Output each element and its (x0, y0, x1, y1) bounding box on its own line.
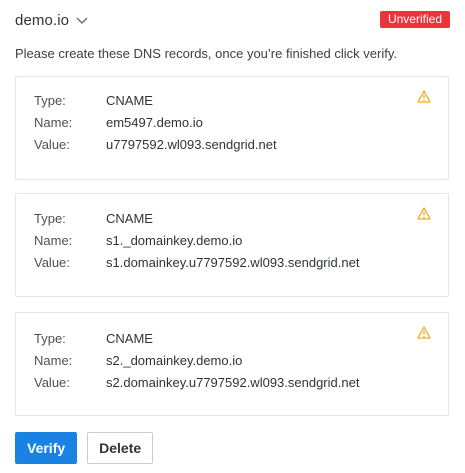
status-badge: Unverified (379, 11, 450, 28)
chevron-down-icon (76, 17, 88, 24)
value-label: Value: (34, 255, 70, 270)
record-value-value[interactable]: u7797592.wl093.sendgrid.net (106, 137, 277, 153)
name-label: Name: (34, 115, 73, 130)
record-name-row: Name: s2._domainkey.demo.io (34, 353, 242, 369)
type-label: Type: (34, 211, 66, 226)
record-value-row: Value: s1.domainkey.u7797592.wl093.sendg… (34, 255, 359, 271)
value-label: Value: (34, 375, 70, 390)
record-type-value: CNAME (106, 211, 153, 226)
warning-icon (417, 207, 431, 220)
record-name-value[interactable]: s1._domainkey.demo.io (106, 233, 242, 249)
domain-dropdown[interactable]: demo.io (15, 9, 89, 31)
verify-button[interactable]: Verify (15, 432, 78, 464)
record-type-value: CNAME (106, 93, 153, 108)
type-label: Type: (34, 331, 66, 346)
record-type-value: CNAME (106, 331, 153, 346)
type-label: Type: (34, 93, 66, 108)
record-value-value[interactable]: s1.domainkey.u7797592.wl093.sendgrid.net (106, 255, 359, 271)
dns-record-card: Type: CNAME Name: s2._domainkey.demo.io … (15, 312, 449, 416)
name-label: Name: (34, 233, 73, 248)
warning-icon (417, 90, 431, 103)
record-name-row: Name: em5497.demo.io (34, 115, 203, 131)
dns-record-card: Type: CNAME Name: em5497.demo.io Value: … (15, 76, 449, 180)
record-value-row: Value: s2.domainkey.u7797592.wl093.sendg… (34, 375, 359, 391)
domain-header: demo.io Unverified (15, 9, 450, 31)
value-label: Value: (34, 137, 70, 152)
record-value-value[interactable]: s2.domainkey.u7797592.wl093.sendgrid.net (106, 375, 359, 391)
record-name-value[interactable]: em5497.demo.io (106, 115, 203, 131)
record-name-value[interactable]: s2._domainkey.demo.io (106, 353, 242, 369)
instructions-text: Please create these DNS records, once yo… (15, 46, 397, 61)
delete-button[interactable]: Delete (87, 432, 154, 464)
domain-name: demo.io (15, 11, 70, 29)
record-type-row: Type: CNAME (34, 211, 153, 227)
warning-icon (417, 326, 431, 339)
record-type-row: Type: CNAME (34, 331, 153, 347)
record-type-row: Type: CNAME (34, 93, 153, 109)
action-buttons: Verify Delete (15, 432, 154, 464)
record-value-row: Value: u7797592.wl093.sendgrid.net (34, 137, 277, 153)
record-name-row: Name: s1._domainkey.demo.io (34, 233, 242, 249)
dns-record-card: Type: CNAME Name: s1._domainkey.demo.io … (15, 193, 449, 297)
name-label: Name: (34, 353, 73, 368)
